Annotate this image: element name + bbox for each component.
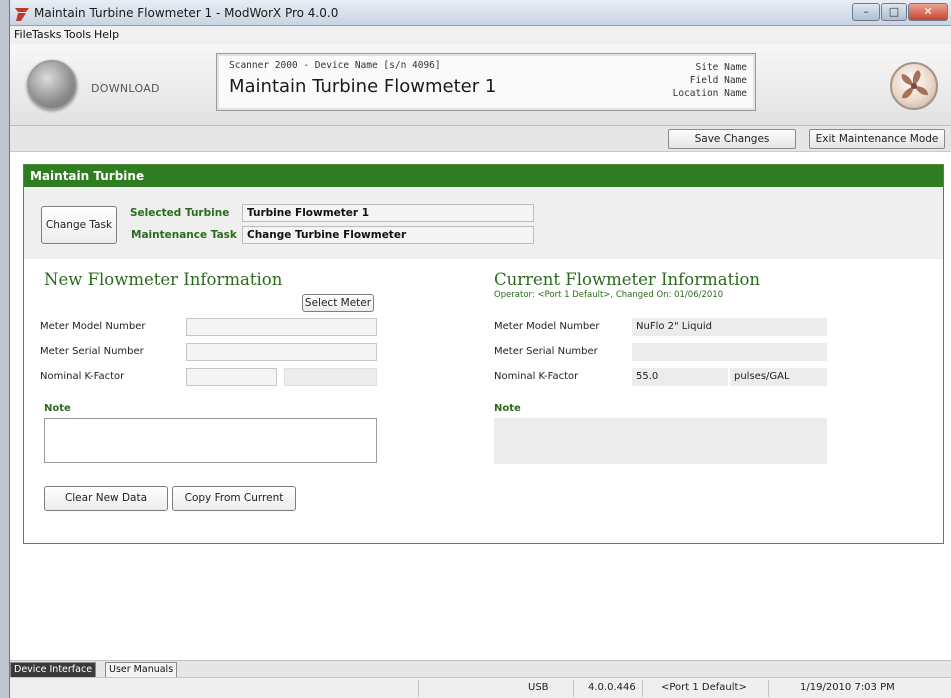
current-serial-label: Meter Serial Number: [494, 346, 598, 357]
menu-tools[interactable]: Tools: [64, 28, 91, 41]
menu-tasks[interactable]: Tasks: [32, 28, 61, 41]
location-name: Location Name: [672, 88, 747, 99]
new-info-title: New Flowmeter Information: [44, 270, 283, 289]
selected-turbine-value: Turbine Flowmeter 1: [242, 204, 534, 222]
new-serial-input[interactable]: [186, 343, 377, 361]
status-separator: [768, 680, 769, 697]
fan-icon[interactable]: [890, 62, 938, 110]
maximize-button[interactable]: □: [881, 3, 907, 21]
menu-bar: File Tasks Tools Help: [10, 26, 951, 44]
device-line: Scanner 2000 - Device Name [s/n 4096]: [229, 60, 441, 71]
site-name: Site Name: [695, 62, 747, 73]
new-model-label: Meter Model Number: [40, 321, 146, 332]
status-bar: USB 4.0.0.446 <Port 1 Default> 1/19/2010…: [10, 677, 951, 698]
fan-blades-icon: [901, 70, 928, 99]
device-info-panel: Scanner 2000 - Device Name [s/n 4096] Ma…: [216, 53, 756, 111]
maintain-turbine-panel: Maintain Turbine Change Task Selected Tu…: [23, 164, 944, 544]
status-datetime: 1/19/2010 7:03 PM: [800, 682, 895, 693]
download-button[interactable]: [27, 60, 77, 110]
current-info-title: Current Flowmeter Information: [494, 270, 761, 289]
current-serial-value: [632, 343, 827, 361]
clear-new-data-button[interactable]: Clear New Data: [44, 486, 168, 511]
new-model-input[interactable]: [186, 318, 377, 336]
selection-box: Change Task Selected Turbine Turbine Flo…: [24, 187, 943, 259]
menu-help[interactable]: Help: [94, 28, 119, 41]
selected-turbine-label: Selected Turbine: [130, 207, 230, 219]
current-info-subtitle: Operator: <Port 1 Default>, Changed On: …: [494, 290, 724, 300]
status-separator: [418, 680, 419, 697]
title-bar: Maintain Turbine Flowmeter 1 - ModWorX P…: [10, 0, 951, 26]
status-version: 4.0.0.446: [588, 682, 636, 693]
app-window: Maintain Turbine Flowmeter 1 - ModWorX P…: [9, 0, 951, 698]
window-title: Maintain Turbine Flowmeter 1 - ModWorX P…: [34, 6, 339, 20]
toolbar: DOWNLOAD Scanner 2000 - Device Name [s/n…: [10, 44, 951, 126]
save-changes-button[interactable]: Save Changes: [668, 129, 796, 149]
current-model-value: NuFlo 2" Liquid: [632, 318, 827, 336]
current-kfactor-label: Nominal K-Factor: [494, 371, 579, 382]
current-model-label: Meter Model Number: [494, 321, 600, 332]
status-port: <Port 1 Default>: [661, 682, 747, 693]
current-kfactor-value: 55.0: [632, 368, 728, 386]
status-separator: [573, 680, 574, 697]
bottom-tabs: Device Interface User Manuals: [10, 660, 951, 677]
status-connection: USB: [528, 682, 549, 693]
app-logo-icon: [15, 8, 29, 21]
menu-file[interactable]: File: [14, 28, 32, 41]
action-bar: Save Changes Exit Maintenance Mode: [10, 126, 951, 152]
status-separator: [642, 680, 643, 697]
copy-from-current-button[interactable]: Copy From Current: [172, 486, 296, 511]
minimize-button[interactable]: –: [852, 3, 880, 21]
new-note-textarea[interactable]: [44, 418, 377, 463]
device-title: Maintain Turbine Flowmeter 1: [229, 76, 497, 97]
main-content: Maintain Turbine Change Task Selected Tu…: [10, 152, 951, 660]
current-kfactor-unit: pulses/GAL: [730, 368, 827, 386]
close-button[interactable]: ✕: [908, 3, 948, 21]
tab-device-interface[interactable]: Device Interface: [10, 662, 97, 677]
select-meter-button[interactable]: Select Meter: [302, 294, 374, 312]
change-task-button[interactable]: Change Task: [41, 206, 117, 244]
panel-header: Maintain Turbine: [24, 165, 943, 187]
current-note-label: Note: [494, 403, 521, 414]
maintenance-task-value: Change Turbine Flowmeter: [242, 226, 534, 244]
maintenance-task-label: Maintenance Task: [131, 229, 237, 241]
field-name: Field Name: [689, 75, 747, 86]
new-note-label: Note: [44, 403, 71, 414]
new-kfactor-label: Nominal K-Factor: [40, 371, 125, 382]
tab-user-manuals[interactable]: User Manuals: [105, 662, 178, 677]
new-kfactor-input[interactable]: [186, 368, 277, 386]
current-note-value: [494, 418, 827, 464]
new-serial-label: Meter Serial Number: [40, 346, 144, 357]
new-kfactor-unit-select[interactable]: [284, 368, 377, 386]
download-label[interactable]: DOWNLOAD: [91, 82, 160, 95]
exit-maintenance-button[interactable]: Exit Maintenance Mode: [809, 129, 945, 149]
